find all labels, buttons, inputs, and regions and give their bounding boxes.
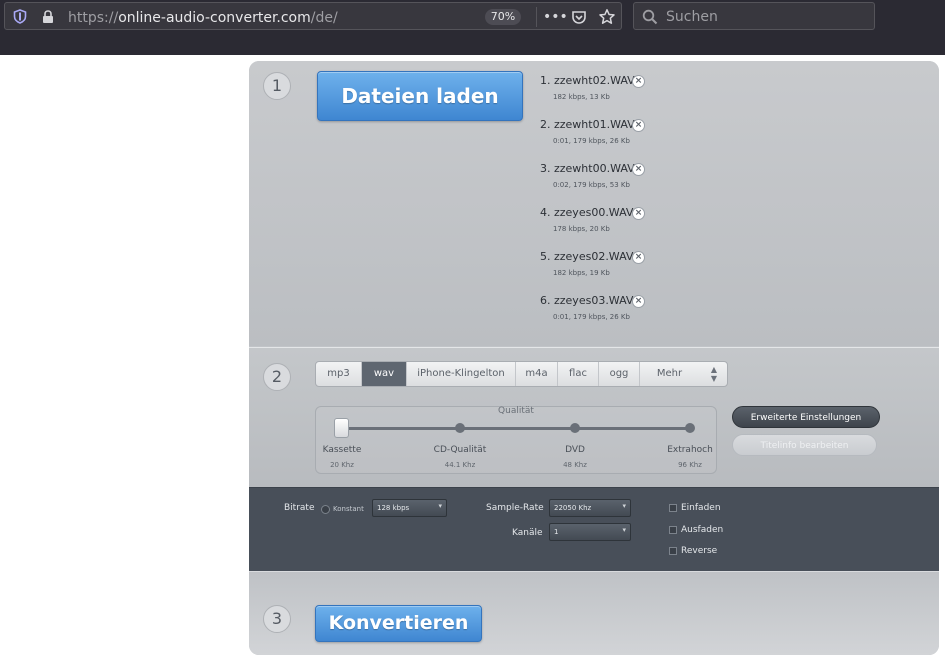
quality-label-cd: CD-Qualität (433, 445, 487, 455)
bookmark-star-icon[interactable] (598, 8, 616, 26)
reverse-checkbox[interactable] (669, 547, 677, 555)
tracking-protection-shield-icon[interactable] (13, 9, 27, 24)
search-input[interactable] (664, 7, 868, 27)
url-path: /de/ (310, 10, 338, 26)
bitrate-constant-label: Konstant (333, 505, 364, 513)
advanced-settings-button[interactable]: Erweiterte Einstellungen (732, 406, 880, 428)
file-meta: 0:01, 179 kbps, 26 Kb (553, 313, 630, 321)
file-item: 4. zzeyes00.WAV × 178 kbps, 20 Kb (540, 205, 740, 249)
fade-in-label: Einfaden (681, 503, 721, 513)
quality-label-cassette: Kassette (322, 445, 362, 455)
quality-sub-cassette: 20 Khz (330, 461, 354, 469)
fade-out-checkbox[interactable] (669, 526, 677, 534)
url-scheme: https:// (68, 10, 119, 26)
search-bar[interactable] (633, 2, 875, 30)
channels-label: Kanäle (512, 528, 543, 538)
step-3-number: 3 (263, 605, 291, 633)
remove-file-icon[interactable]: × (632, 295, 645, 308)
chevron-down-icon: ▾ (622, 526, 626, 534)
url-text[interactable]: https://online-audio-converter.com/de/ (68, 10, 338, 26)
format-tabs: mp3 wav iPhone-Klingelton m4a flac ogg M… (315, 361, 728, 387)
sample-rate-select[interactable]: 22050 Khz ▾ (549, 499, 631, 517)
file-meta: 182 kbps, 13 Kb (553, 93, 610, 101)
step-2-number: 2 (263, 363, 291, 391)
remove-file-icon[interactable]: × (632, 251, 645, 264)
tab-flac[interactable]: flac (558, 362, 599, 386)
convert-button[interactable]: Konvertieren (315, 605, 482, 642)
chevron-down-icon: ▾ (622, 502, 626, 510)
sample-rate-value: 22050 Khz (554, 504, 592, 512)
remove-file-icon[interactable]: × (632, 119, 645, 132)
step-1-number: 1 (263, 72, 291, 100)
file-meta: 178 kbps, 20 Kb (553, 225, 610, 233)
file-item: 1. zzewht02.WAV × 182 kbps, 13 Kb (540, 73, 740, 117)
quality-label-extrahigh: Extrahoch (667, 445, 713, 455)
file-name: 1. zzewht02.WAV (540, 74, 635, 87)
quality-slider-track[interactable] (343, 427, 689, 430)
upload-files-button[interactable]: Dateien laden (317, 71, 523, 121)
file-name: 4. zzeyes00.WAV (540, 206, 634, 219)
quality-sub-dvd: 48 Khz (563, 461, 587, 469)
advanced-settings-panel: Bitrate Konstant 128 kbps ▾ Sample-Rate … (249, 487, 939, 572)
tab-iphone-ringtone[interactable]: iPhone-Klingelton (407, 362, 516, 386)
file-item: 2. zzewht01.WAV × 0:01, 179 kbps, 26 Kb (540, 117, 740, 161)
search-icon (642, 9, 658, 25)
updown-arrows-icon: ▲ ▼ (710, 365, 717, 383)
remove-file-icon[interactable]: × (632, 207, 645, 220)
urlbar-divider (536, 7, 537, 27)
quality-box: Qualität Kassette 20 Khz CD-Qualität 44.… (315, 406, 717, 474)
tab-m4a[interactable]: m4a (516, 362, 558, 386)
fade-out-label: Ausfaden (681, 525, 724, 535)
zoom-indicator[interactable]: 70% (485, 9, 521, 25)
tab-wav[interactable]: wav (362, 362, 407, 386)
file-meta: 0:01, 179 kbps, 26 Kb (553, 137, 630, 145)
step-3-section: 3 Konvertieren (249, 571, 939, 655)
tab-ogg[interactable]: ogg (599, 362, 640, 386)
file-name: 6. zzeyes03.WAV (540, 294, 634, 307)
quality-tick[interactable] (570, 423, 580, 433)
quality-tick[interactable] (685, 423, 695, 433)
url-host: online-audio-converter.com (118, 10, 311, 26)
reverse-label: Reverse (681, 546, 718, 556)
quality-tick[interactable] (455, 423, 465, 433)
page-actions-menu-icon[interactable]: ••• (543, 8, 568, 26)
bitrate-value: 128 kbps (377, 504, 410, 512)
address-bar[interactable]: https://online-audio-converter.com/de/ 7… (4, 2, 622, 30)
quality-sub-cd: 44.1 Khz (444, 461, 476, 469)
quality-title: Qualität (498, 406, 534, 416)
channels-select[interactable]: 1 ▾ (549, 523, 631, 541)
file-item: 6. zzeyes03.WAV × 0:01, 179 kbps, 26 Kb (540, 293, 740, 337)
sample-rate-label: Sample-Rate (486, 503, 544, 513)
channels-value: 1 (554, 528, 559, 536)
tab-more[interactable]: Mehr ▲ ▼ (640, 362, 727, 386)
file-name: 2. zzewht01.WAV (540, 118, 635, 131)
converter-panel: 1 Dateien laden 1. zzewht02.WAV × 182 kb… (249, 61, 939, 655)
quality-slider-handle[interactable] (334, 418, 349, 438)
file-list: 1. zzewht02.WAV × 182 kbps, 13 Kb 2. zze… (540, 73, 740, 337)
bitrate-select[interactable]: 128 kbps ▾ (372, 499, 447, 517)
bitrate-label: Bitrate (284, 503, 315, 513)
remove-file-icon[interactable]: × (632, 75, 645, 88)
browser-toolbar: https://online-audio-converter.com/de/ 7… (0, 0, 945, 55)
quality-label-dvd: DVD (565, 445, 585, 455)
chevron-down-icon: ▾ (438, 502, 442, 510)
lock-icon[interactable] (42, 10, 54, 24)
file-item: 3. zzewht00.WAV × 0:02, 179 kbps, 53 Kb (540, 161, 740, 205)
file-meta: 0:02, 179 kbps, 53 Kb (553, 181, 630, 189)
bitrate-constant-radio[interactable] (321, 505, 330, 514)
remove-file-icon[interactable]: × (632, 163, 645, 176)
fade-in-checkbox[interactable] (669, 504, 677, 512)
file-name: 5. zzeyes02.WAV (540, 250, 634, 263)
edit-track-info-button[interactable]: Titelinfo bearbeiten (732, 434, 877, 456)
file-meta: 182 kbps, 19 Kb (553, 269, 610, 277)
pocket-icon[interactable] (570, 8, 588, 26)
tab-mp3[interactable]: mp3 (316, 362, 362, 386)
tab-more-label: Mehr (656, 368, 683, 379)
step-1-section: 1 Dateien laden 1. zzewht02.WAV × 182 kb… (249, 61, 939, 346)
file-name: 3. zzewht00.WAV (540, 162, 635, 175)
step-2-section: 2 mp3 wav iPhone-Klingelton m4a flac ogg… (249, 347, 939, 488)
file-item: 5. zzeyes02.WAV × 182 kbps, 19 Kb (540, 249, 740, 293)
quality-sub-extrahigh: 96 Khz (678, 461, 702, 469)
